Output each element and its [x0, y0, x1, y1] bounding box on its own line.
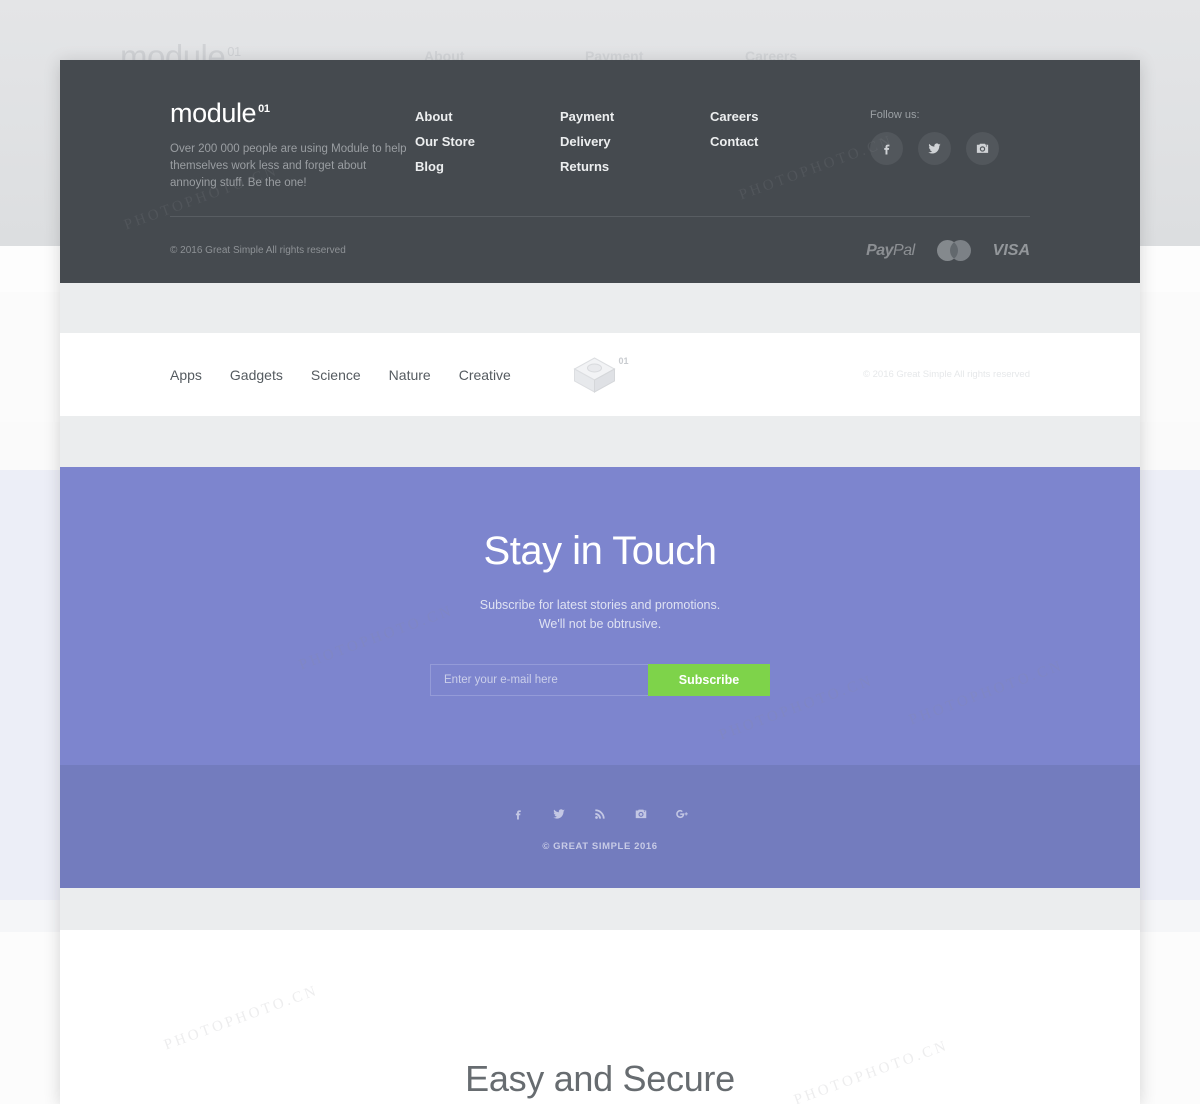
category-nav-bar: Apps Gadgets Science Nature Creative 01 … [60, 333, 1140, 416]
nav-item-creative[interactable]: Creative [459, 367, 511, 383]
social-band: © GREAT SIMPLE 2016 [60, 765, 1140, 888]
footer-nav-column-3: Careers Contact [710, 100, 870, 154]
subscribe-subtitle-line-2: We'll not be obtrusive. [538, 617, 662, 631]
google-plus-icon[interactable] [675, 807, 689, 821]
facebook-icon[interactable] [511, 807, 525, 821]
bottom-title: Easy and Secure [465, 1058, 735, 1099]
footer-link-our-store[interactable]: Our Store [415, 129, 560, 154]
nav-item-gadgets[interactable]: Gadgets [230, 367, 283, 383]
social-band-icons [511, 807, 689, 821]
section-gap-3 [60, 888, 1140, 930]
twitter-icon[interactable] [552, 807, 566, 821]
twitter-icon[interactable] [918, 132, 951, 165]
footer-logo-superscript: 01 [258, 103, 270, 115]
facebook-icon[interactable] [870, 132, 903, 165]
footer-divider [170, 216, 1030, 217]
nav-copyright: © 2016 Great Simple All rights reserved [863, 369, 1030, 380]
section-gap-1 [60, 283, 1140, 333]
cube-logo-superscript: 01 [618, 355, 629, 366]
follow-us-block: Follow us: [870, 100, 1030, 165]
brand-block: module 01 Over 200 000 people are using M… [170, 100, 415, 192]
nav-item-science[interactable]: Science [311, 367, 361, 383]
subscribe-title: Stay in Touch [483, 529, 717, 573]
nav-item-apps[interactable]: Apps [170, 367, 202, 383]
email-input[interactable] [430, 664, 648, 696]
subscribe-subtitle: Subscribe for latest stories and promoti… [480, 596, 720, 634]
paypal-logo: PayPal [866, 241, 915, 259]
brand-description: Over 200 000 people are using Module to … [170, 143, 407, 189]
footer-link-careers[interactable]: Careers [710, 104, 870, 129]
footer-link-about[interactable]: About [415, 104, 560, 129]
visa-logo: VISA [992, 241, 1030, 259]
footer-nav-column-2: Payment Delivery Returns [560, 100, 710, 179]
section-gap-2 [60, 416, 1140, 467]
footer-logo[interactable]: module 01 [170, 100, 415, 127]
nav-item-nature[interactable]: Nature [389, 367, 431, 383]
instagram-icon[interactable] [966, 132, 999, 165]
subscribe-subtitle-line-1: Subscribe for latest stories and promoti… [479, 598, 721, 612]
subscribe-button[interactable]: Subscribe [648, 664, 770, 696]
payment-logos: PayPal VISA [866, 240, 1030, 261]
bottom-section: Easy and Secure [60, 930, 1140, 1104]
subscribe-section: Stay in Touch Subscribe for latest stori… [60, 467, 1140, 765]
rss-icon[interactable] [593, 807, 607, 821]
page-card: module 01 Over 200 000 people are using M… [60, 60, 1140, 1104]
cube-logo[interactable]: 01 [571, 354, 629, 396]
footer-bottom-row: © 2016 Great Simple All rights reserved … [170, 240, 1030, 261]
social-band-copyright: © GREAT SIMPLE 2016 [542, 841, 658, 852]
follow-us-label: Follow us: [870, 109, 920, 121]
follow-us-icons [870, 132, 1030, 165]
footer-link-delivery[interactable]: Delivery [560, 129, 710, 154]
footer-nav-column-1: About Our Store Blog [415, 100, 560, 179]
dark-footer-section: module 01 Over 200 000 people are using M… [60, 60, 1140, 283]
footer-logo-text: module [170, 98, 257, 128]
footer-link-returns[interactable]: Returns [560, 154, 710, 179]
ghost-logo-superscript: 01 [227, 44, 241, 59]
footer-copyright: © 2016 Great Simple All rights reserved [170, 245, 346, 256]
category-nav-links: Apps Gadgets Science Nature Creative [170, 367, 511, 383]
mastercard-logo [936, 240, 971, 261]
footer-link-contact[interactable]: Contact [710, 129, 870, 154]
footer-link-payment[interactable]: Payment [560, 104, 710, 129]
instagram-icon[interactable] [634, 807, 648, 821]
subscribe-form: Subscribe [430, 664, 770, 696]
footer-link-blog[interactable]: Blog [415, 154, 560, 179]
cube-icon [573, 356, 616, 393]
